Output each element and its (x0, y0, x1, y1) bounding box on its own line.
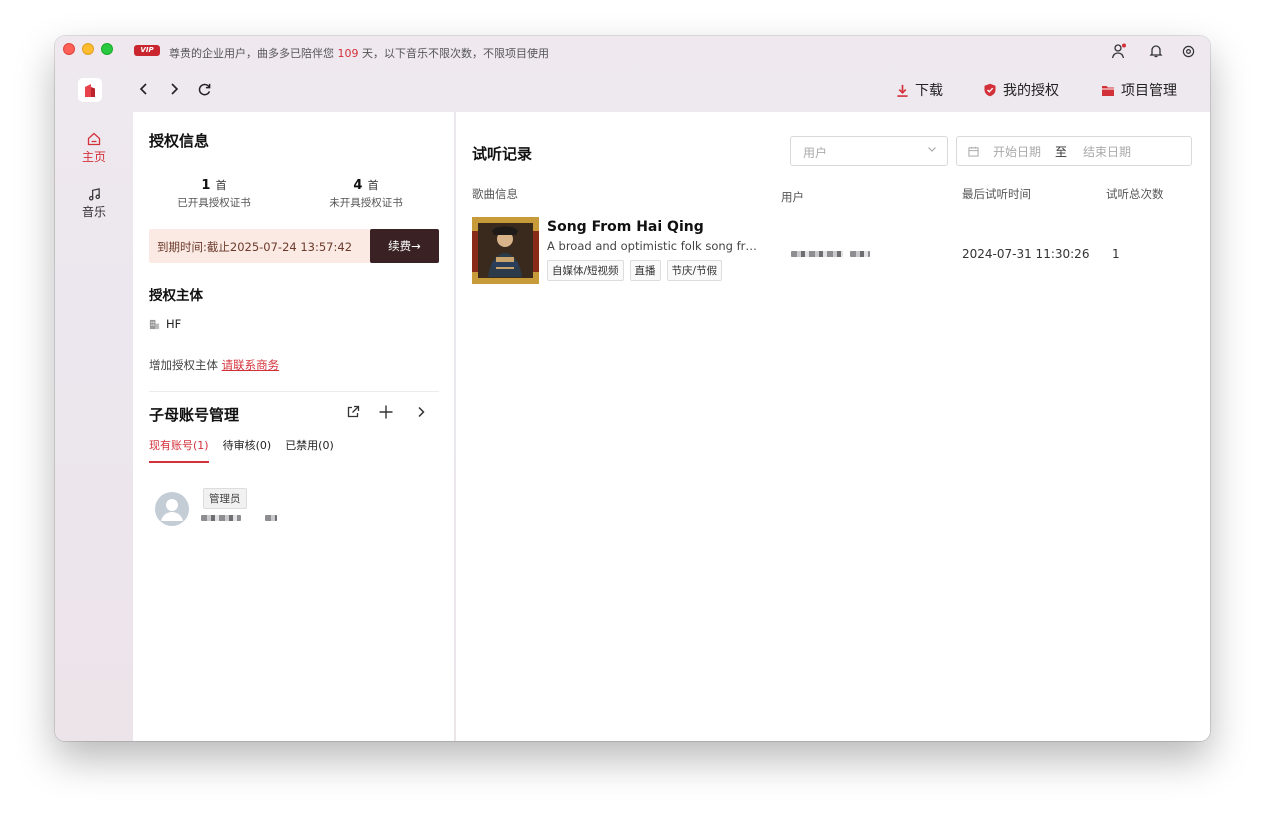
license-subject: HF (149, 317, 181, 331)
close-window-button[interactable] (63, 43, 75, 55)
app-logo[interactable] (78, 78, 102, 102)
left-rail: 主页 音乐 (55, 112, 133, 741)
unissued-label: 未开具授权证书 (329, 197, 403, 209)
end-date-input[interactable]: 结束日期 (1083, 143, 1131, 160)
issued-unit: 首 (215, 179, 227, 192)
song-tags: 自媒体/短视频 直播 节庆/节假 (547, 260, 723, 281)
membership-notice: 尊贵的企业用户，曲多多已陪伴您 109 天，以下音乐不限次数，不限项目使用 (169, 45, 549, 61)
rail-item-home[interactable]: 主页 (55, 132, 133, 165)
masked-account-id (265, 515, 277, 521)
project-management-button[interactable]: 项目管理 (1101, 80, 1177, 100)
sub-accounts-title: 子母账号管理 (149, 406, 240, 424)
license-subject-title: 授权主体 (149, 288, 203, 304)
account-list-item[interactable]: 管理员 (155, 488, 435, 538)
download-button[interactable]: 下载 (896, 80, 943, 100)
back-button[interactable] (133, 78, 155, 100)
song-tag: 直播 (629, 260, 661, 281)
minimize-window-button[interactable] (82, 43, 94, 55)
user-filter-placeholder: 用户 (803, 146, 828, 160)
user-filter-select[interactable]: 用户 (790, 136, 948, 166)
tab-pending-accounts[interactable]: 待审核(0) (223, 437, 272, 463)
rail-item-music[interactable]: 音乐 (55, 188, 133, 220)
add-subject-row: 增加授权主体 请联系商务 (149, 357, 279, 373)
renew-button[interactable]: 续费→ (370, 229, 439, 263)
masked-user-name (791, 251, 843, 257)
vip-badge: VIP (134, 45, 160, 56)
my-license-label: 我的授权 (1003, 83, 1059, 99)
column-total-listens: 试听总次数 (1106, 187, 1164, 201)
home-icon (87, 132, 101, 146)
bell-icon[interactable] (1145, 40, 1167, 62)
table-row[interactable]: Song From Hai Qing A broad and optimisti… (472, 217, 1210, 287)
column-user: 用户 (781, 190, 804, 204)
tab-existing-accounts[interactable]: 现有账号(1) (149, 437, 209, 463)
chevron-down-icon (927, 144, 937, 157)
settings-icon[interactable] (1177, 40, 1199, 62)
shield-icon (984, 83, 996, 97)
listen-records-panel: 试听记录 用户 开始日期 至 结束日期 歌曲信息 用户 最后试听时间 试听总次数 (456, 112, 1210, 741)
unissued-unit: 首 (367, 179, 379, 192)
license-panel: 授权信息 1 首 已开具授权证书 4 首 未开具授权证书 到期时间:截止2025… (133, 112, 455, 741)
unissued-count: 4 (353, 178, 363, 193)
masked-user-id (850, 251, 870, 257)
start-date-input[interactable]: 开始日期 (993, 143, 1041, 160)
song-tag: 节庆/节假 (666, 260, 723, 281)
external-link-icon[interactable] (343, 402, 363, 422)
issued-label: 已开具授权证书 (177, 197, 251, 209)
song-title[interactable]: Song From Hai Qing (547, 219, 704, 235)
listen-records-title: 试听记录 (472, 145, 533, 163)
titlebar: VIP 尊贵的企业用户，曲多多已陪伴您 109 天，以下音乐不限次数，不限项目使… (55, 36, 1210, 66)
my-license-button[interactable]: 我的授权 (983, 80, 1059, 100)
notice-prefix: 尊贵的企业用户，曲多多已陪伴您 (169, 47, 338, 60)
issued-count: 1 (201, 178, 211, 193)
calendar-icon (968, 146, 979, 157)
forward-button[interactable] (163, 78, 185, 100)
section-divider (149, 391, 439, 392)
masked-account-name (201, 515, 241, 521)
song-description: A broad and optimistic folk song fr… (547, 239, 757, 253)
song-tag: 自媒体/短视频 (547, 260, 624, 281)
license-subject-name: HF (166, 317, 182, 331)
album-cover[interactable] (472, 217, 539, 284)
tab-disabled-accounts[interactable]: 已禁用(0) (285, 437, 334, 463)
expiration-bar: 到期时间:截止2025-07-24 13:57:42 续费→ (149, 229, 439, 263)
avatar (155, 492, 189, 526)
account-tabs: 现有账号(1) 待审核(0) 已禁用(0) (149, 437, 334, 463)
user-icon[interactable] (1108, 40, 1130, 62)
navbar: 下载 我的授权 项目管理 (55, 66, 1210, 112)
download-label: 下载 (915, 83, 943, 99)
refresh-button[interactable] (193, 78, 215, 100)
expiration-text: 到期时间:截止2025-07-24 13:57:42 (157, 240, 353, 254)
download-icon (897, 84, 908, 97)
zoom-window-button[interactable] (101, 43, 113, 55)
issued-certificates-stat: 1 首 已开具授权证书 (139, 174, 289, 210)
folder-icon (1102, 85, 1114, 96)
date-range-picker[interactable]: 开始日期 至 结束日期 (956, 136, 1192, 166)
add-subject-text: 增加授权主体 (149, 358, 222, 372)
building-icon (149, 319, 160, 329)
last-listen-time: 2024-07-31 11:30:26 (962, 247, 1090, 261)
notice-suffix: 天，以下音乐不限次数，不限项目使用 (358, 47, 549, 60)
column-last-listen-time: 最后试听时间 (962, 187, 1031, 201)
add-account-icon[interactable] (376, 402, 396, 422)
notice-days: 109 (337, 47, 359, 60)
license-title: 授权信息 (149, 132, 210, 150)
app-window: VIP 尊贵的企业用户，曲多多已陪伴您 109 天，以下音乐不限次数，不限项目使… (55, 36, 1210, 741)
total-listens: 1 (1112, 247, 1120, 261)
contact-sales-link[interactable]: 请联系商务 (222, 358, 280, 372)
rail-home-label: 主页 (81, 150, 106, 164)
unissued-certificates-stat: 4 首 未开具授权证书 (291, 174, 441, 210)
chevron-right-icon[interactable] (411, 402, 431, 422)
role-tag: 管理员 (203, 488, 247, 509)
column-song-info: 歌曲信息 (472, 187, 518, 201)
project-management-label: 项目管理 (1121, 83, 1177, 99)
rail-music-label: 音乐 (81, 205, 106, 219)
date-separator: 至 (1055, 144, 1068, 159)
music-note-icon (88, 188, 100, 201)
